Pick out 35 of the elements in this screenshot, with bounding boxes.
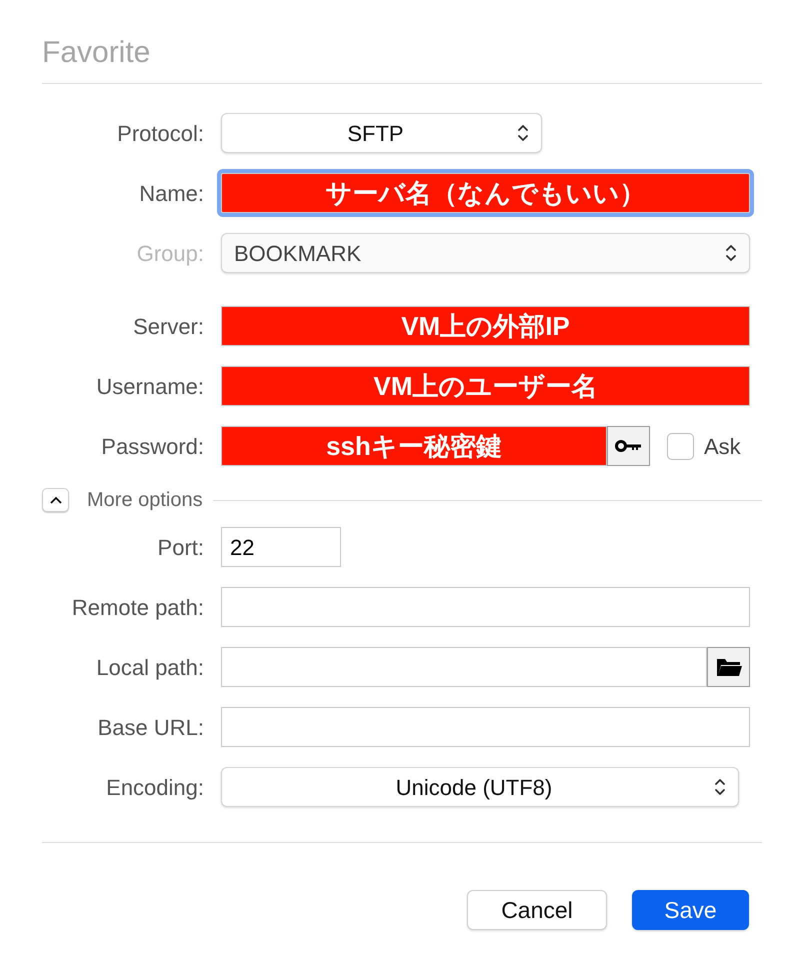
field-label: Base URL:	[98, 714, 204, 742]
checkbox[interactable]	[667, 432, 694, 460]
checkbox-label: Ask	[704, 432, 741, 460]
field-label: Name:	[139, 180, 204, 208]
field-label: Group:	[136, 240, 204, 268]
chevron-up-icon	[50, 496, 62, 504]
input-field[interactable]: VM上のユーザー名	[221, 366, 750, 406]
key-button[interactable]	[607, 426, 650, 466]
field-label: Local path:	[96, 654, 204, 682]
chevron-updown-icon	[517, 123, 529, 143]
input-field[interactable]	[221, 707, 750, 747]
field-label: Protocol:	[117, 120, 204, 148]
save-button[interactable]: Save	[632, 890, 749, 930]
cancel-button[interactable]: Cancel	[467, 890, 607, 930]
field-label: Encoding:	[106, 774, 204, 802]
section-label: More options	[87, 488, 203, 513]
chevron-updown-icon	[725, 243, 737, 263]
key-icon	[614, 439, 642, 453]
input-field[interactable]: VM上の外部IP	[221, 306, 750, 346]
field-label: Password:	[101, 432, 204, 460]
dropdown[interactable]: Unicode (UTF8)	[221, 767, 739, 807]
field-label: Server:	[133, 312, 204, 340]
dialog-title: Favorite	[42, 36, 150, 69]
input-field[interactable]: sshキー秘密鍵	[221, 426, 607, 466]
folder-button[interactable]	[707, 647, 750, 687]
input-field[interactable]: 22	[221, 527, 341, 567]
input-field[interactable]	[221, 587, 750, 627]
field-label: Remote path:	[72, 594, 204, 622]
dropdown[interactable]: SFTP	[221, 113, 542, 153]
disclosure-button[interactable]	[42, 488, 69, 512]
folder-icon	[714, 656, 742, 678]
field-label: Username:	[96, 372, 204, 400]
field-label: Port:	[158, 534, 204, 562]
chevron-updown-icon	[714, 777, 726, 797]
input-field[interactable]	[221, 647, 707, 687]
